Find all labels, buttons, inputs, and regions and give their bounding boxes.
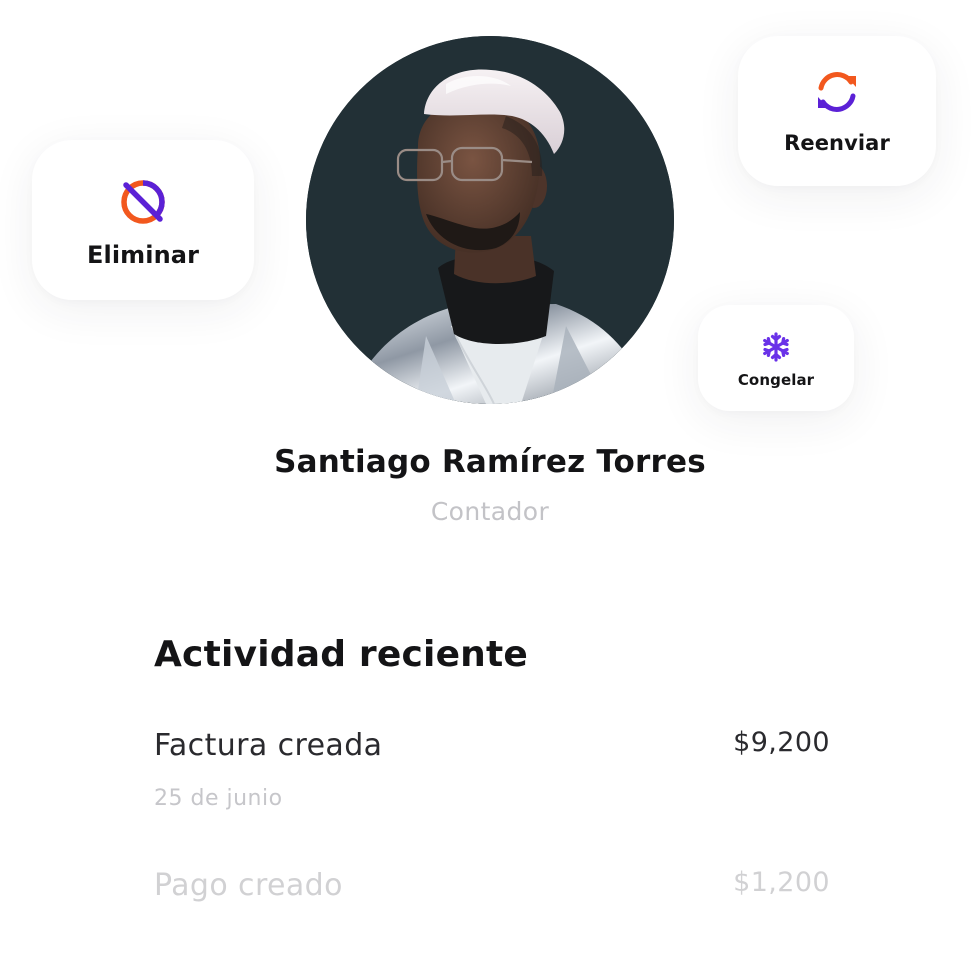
- activity-section: Actividad reciente Factura creada $9,200…: [154, 634, 830, 918]
- activity-heading: Actividad reciente: [154, 634, 529, 675]
- activity-date: 25 de junio: [154, 786, 283, 811]
- block-icon: [121, 180, 165, 224]
- snowflake-icon: [763, 332, 789, 362]
- activity-item[interactable]: Factura creada $9,200 25 de junio: [154, 727, 830, 868]
- profile-role: Contador: [430, 497, 550, 526]
- delete-label: Eliminar: [87, 241, 199, 269]
- freeze-button[interactable]: Congelar: [698, 305, 854, 411]
- resend-label: Reenviar: [784, 131, 890, 155]
- profile-screen: Eliminar Reenviar Congelar Santiago Ramí…: [0, 0, 980, 980]
- activity-title: Factura creada: [154, 728, 383, 763]
- resend-button[interactable]: Reenviar: [738, 36, 936, 186]
- activity-title: Pago creado: [154, 868, 343, 903]
- avatar: [306, 36, 674, 404]
- avatar-portrait: [306, 36, 674, 404]
- activity-item[interactable]: Pago creado $1,200: [154, 867, 830, 918]
- delete-button[interactable]: Eliminar: [32, 140, 254, 300]
- freeze-label: Congelar: [737, 371, 815, 389]
- activity-amount: $9,200: [733, 727, 830, 758]
- refresh-icon: [818, 72, 856, 112]
- profile-name: Santiago Ramírez Torres: [274, 444, 706, 480]
- activity-amount: $1,200: [733, 867, 830, 898]
